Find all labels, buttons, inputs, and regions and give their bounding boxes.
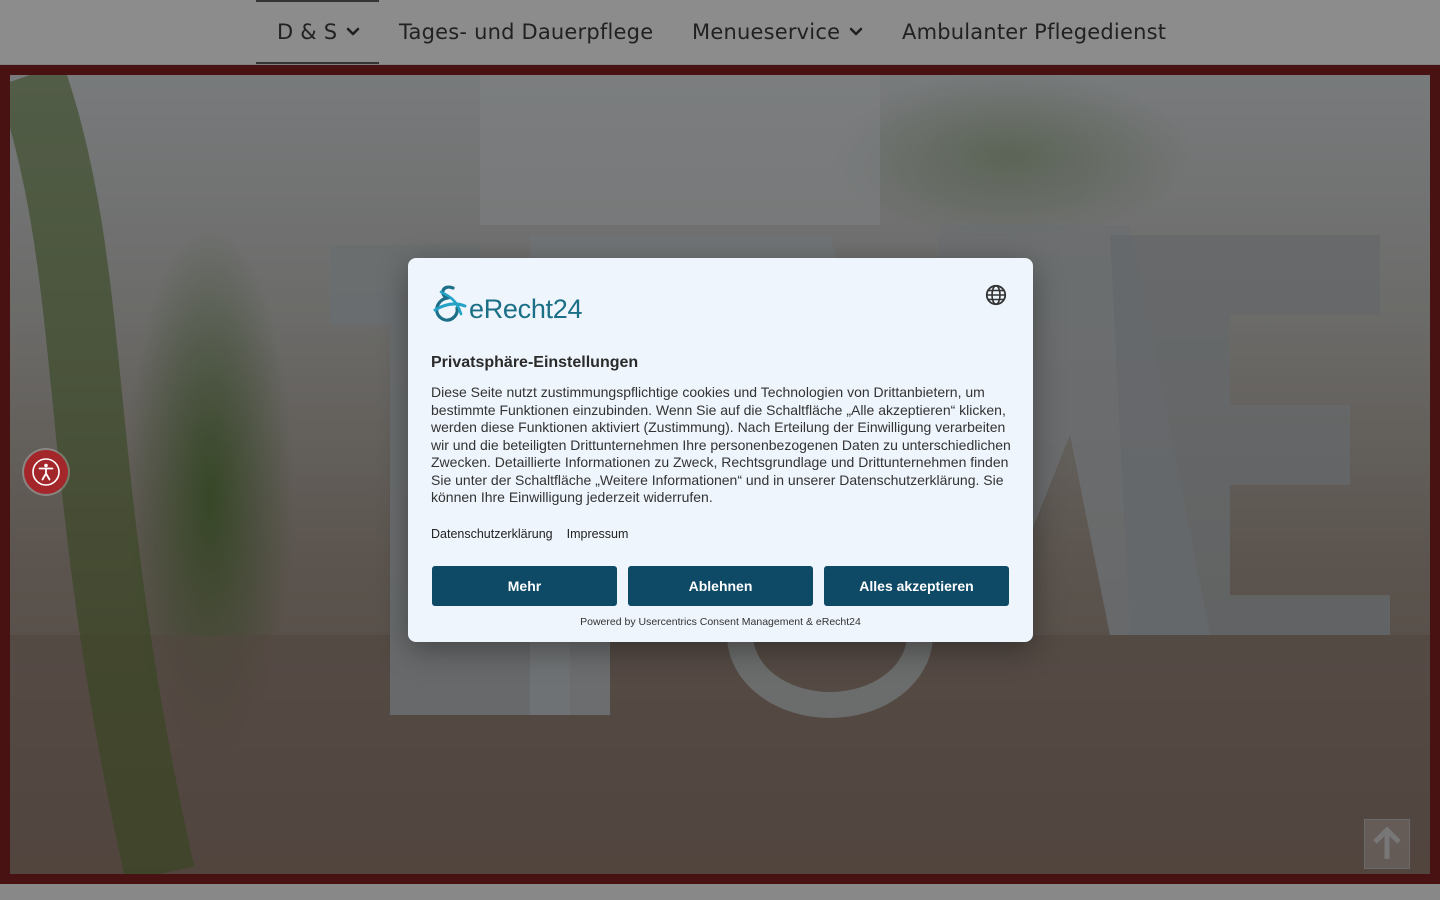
erecht24-logo-icon bbox=[433, 285, 467, 322]
imprint-link[interactable]: Impressum bbox=[567, 527, 629, 541]
deny-button[interactable]: Ablehnen bbox=[628, 566, 813, 606]
consent-title: Privatsphäre-Einstellungen bbox=[431, 354, 639, 371]
consent-links: Datenschutzerklärung Impressum bbox=[431, 527, 628, 541]
erecht24-logo: eRecht24 bbox=[431, 282, 582, 324]
accessibility-icon bbox=[32, 458, 60, 486]
arrow-up-icon bbox=[1373, 826, 1401, 859]
more-button[interactable]: Mehr bbox=[432, 566, 617, 606]
privacy-policy-link[interactable]: Datenschutzerklärung bbox=[431, 527, 553, 541]
accept-all-button[interactable]: Alles akzeptieren bbox=[824, 566, 1009, 606]
powered-by-text: Powered by Usercentrics Consent Manageme… bbox=[580, 616, 861, 628]
accessibility-button[interactable] bbox=[24, 450, 68, 494]
consent-body: Diese Seite nutzt zustimmungspflichtige … bbox=[431, 384, 1011, 505]
logo-text: eRecht24 bbox=[469, 294, 583, 324]
consent-dialog: eRecht24 Privatsphäre-Einstellungen Dies… bbox=[408, 258, 1033, 642]
back-to-top-button[interactable] bbox=[1364, 819, 1410, 869]
globe-icon[interactable] bbox=[985, 284, 1007, 306]
